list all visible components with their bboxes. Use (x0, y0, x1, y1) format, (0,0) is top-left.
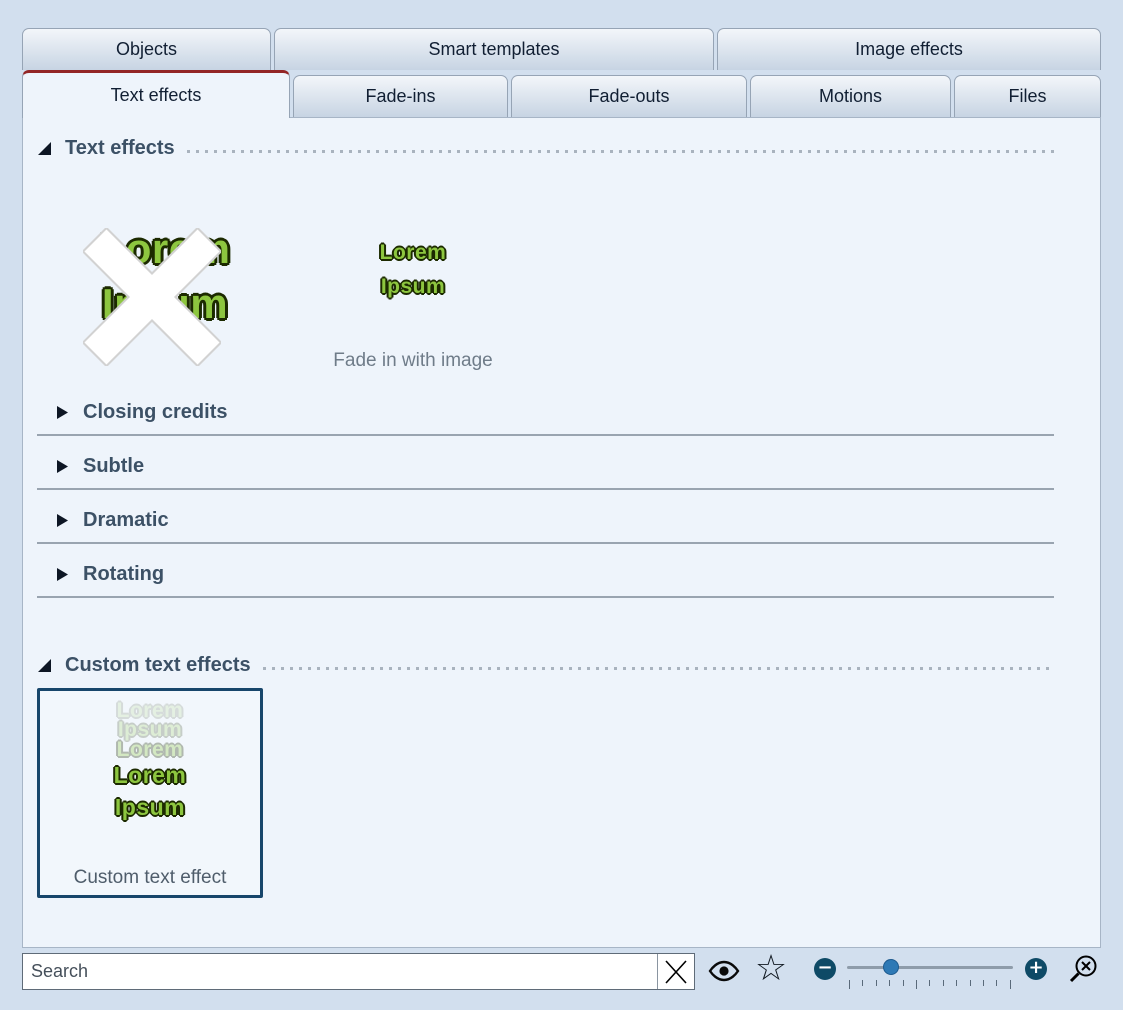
crossed-out-x-icon (83, 228, 221, 366)
effects-list: Text effects Lorem Ipsum Lorem Ipsum Fad… (22, 117, 1101, 948)
thumbnail-size-slider[interactable] (847, 958, 1013, 992)
tab-label: Fade-ins (365, 86, 435, 107)
section-title: Text effects (65, 137, 175, 160)
clear-search-button[interactable] (657, 954, 694, 989)
collapsed-triangle-icon (56, 513, 69, 528)
group-title: Subtle (83, 455, 144, 478)
dotted-leader (263, 667, 1054, 670)
tab-text-effects[interactable]: Text effects (22, 70, 290, 118)
clear-x-icon (664, 957, 688, 987)
group-header-subtle[interactable]: Subtle (37, 444, 1054, 490)
effect-caption: Custom text effect (40, 867, 260, 889)
tab-label: Motions (819, 86, 882, 107)
zoom-out-button[interactable]: − (814, 958, 836, 980)
collapsed-triangle-icon (56, 567, 69, 582)
tab-fade-outs[interactable]: Fade-outs (511, 75, 747, 117)
search-box (22, 953, 695, 990)
effect-preview-text: Lorem Ipsum Lorem Lorem Ipsum (40, 701, 260, 823)
tab-label: Files (1008, 86, 1046, 107)
magnifier-x-icon (1067, 953, 1101, 987)
dotted-leader (187, 150, 1054, 153)
tab-fade-ins[interactable]: Fade-ins (293, 75, 508, 117)
tab-row-primary: Objects Smart templates Image effects (22, 28, 1101, 70)
preview-toggle-button[interactable] (706, 956, 742, 986)
expanded-triangle-icon (37, 141, 52, 156)
group-header-closing-credits[interactable]: Closing credits (37, 390, 1054, 436)
preview-ghost-word: Ipsum (40, 720, 260, 739)
group-title: Closing credits (83, 401, 227, 424)
group-title: Dramatic (83, 509, 169, 532)
custom-effect-item-selected[interactable]: Lorem Ipsum Lorem Lorem Ipsum Custom tex… (37, 688, 263, 898)
favorites-button[interactable]: ☆ (752, 946, 790, 990)
expanded-triangle-icon (37, 658, 52, 673)
effect-preview-text: Lorem Ipsum (323, 236, 503, 303)
tab-label: Fade-outs (588, 86, 669, 107)
star-icon: ☆ (755, 948, 787, 989)
preview-word: Lorem (380, 241, 447, 264)
tab-motions[interactable]: Motions (750, 75, 951, 117)
slider-track[interactable] (847, 966, 1013, 969)
search-input[interactable] (23, 954, 657, 989)
collapsed-triangle-icon (56, 405, 69, 420)
preview-word: Ipsum (40, 791, 260, 823)
tab-files[interactable]: Files (954, 75, 1101, 117)
slider-handle[interactable] (883, 959, 899, 975)
tab-objects[interactable]: Objects (22, 28, 271, 70)
minus-icon: − (814, 958, 836, 980)
zoom-in-button[interactable]: + (1025, 958, 1047, 980)
tab-label: Image effects (855, 39, 963, 60)
preview-word: Lorem (40, 759, 260, 791)
slider-ticks (849, 980, 1011, 989)
tab-label: Objects (116, 39, 177, 60)
effect-caption: Fade in with image (291, 350, 535, 372)
section-header-text-effects[interactable]: Text effects (37, 134, 1054, 162)
collapsed-triangle-icon (56, 459, 69, 474)
preview-word: Ipsum (381, 275, 445, 298)
tab-image-effects[interactable]: Image effects (717, 28, 1101, 70)
tab-row-secondary: Text effects Fade-ins Fade-outs Motions … (22, 70, 1101, 117)
group-title: Rotating (83, 563, 164, 586)
eye-icon (708, 959, 740, 983)
group-header-rotating[interactable]: Rotating (37, 552, 1054, 598)
group-header-dramatic[interactable]: Dramatic (37, 498, 1054, 544)
plus-icon: + (1025, 958, 1047, 980)
tab-smart-templates[interactable]: Smart templates (274, 28, 714, 70)
preview-ghost-word: Lorem (40, 740, 260, 759)
tab-label: Text effects (111, 85, 202, 106)
section-header-custom-text-effects[interactable]: Custom text effects (37, 651, 1054, 679)
section-title: Custom text effects (65, 654, 251, 677)
zoom-reset-button[interactable] (1064, 950, 1104, 990)
tab-label: Smart templates (428, 39, 559, 60)
